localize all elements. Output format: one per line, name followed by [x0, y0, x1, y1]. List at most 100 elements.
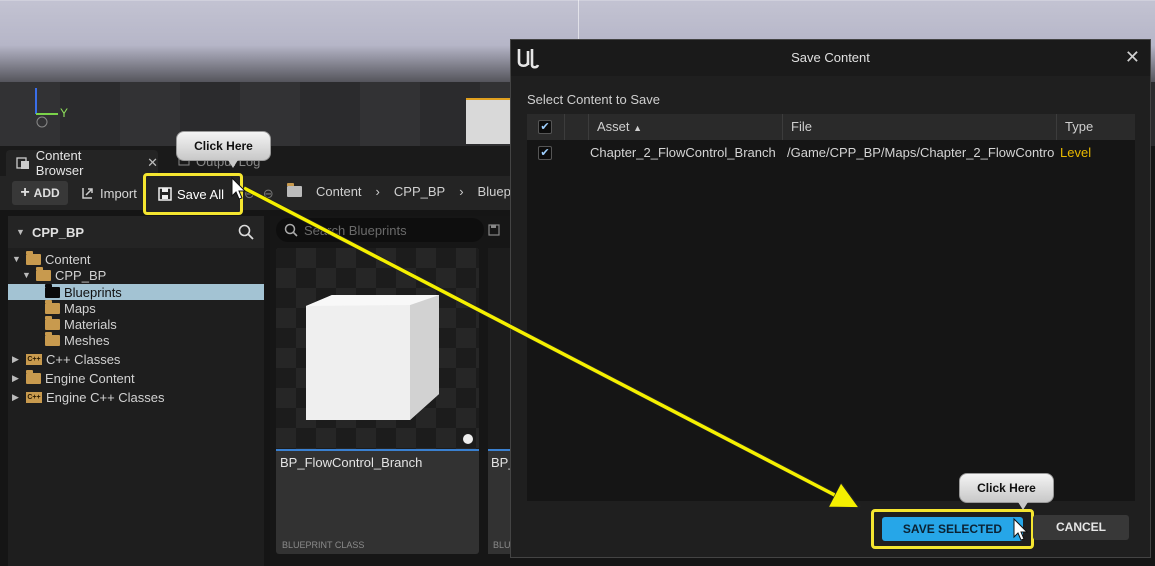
column-type-label: Type — [1065, 119, 1094, 134]
tree-item-label: Meshes — [64, 332, 110, 348]
save-selected-label: SAVE SELECTED — [882, 517, 1023, 541]
tab-content-browser[interactable]: Content Browser ✕ — [6, 148, 158, 178]
tab-content-browser-label: Content Browser — [35, 148, 84, 178]
dialog-subtitle: Select Content to Save — [527, 92, 660, 107]
folder-icon — [287, 183, 302, 197]
content-table: ✔ Asset ▲ File Type ✔ Chapter_2_FlowCont… — [527, 114, 1135, 501]
tree-item-materials[interactable]: Materials — [45, 315, 117, 332]
chevron-down-icon: ▼ — [12, 254, 21, 264]
column-file-label: File — [791, 119, 812, 134]
tree-item-label: Maps — [64, 300, 96, 316]
folder-icon — [45, 315, 60, 330]
tree-item-label: Content — [45, 251, 91, 267]
cube-thumbnail-icon — [306, 295, 473, 444]
column-asset[interactable]: Asset ▲ — [589, 114, 783, 140]
folder-icon — [26, 369, 41, 384]
tab-close-icon[interactable]: ✕ — [147, 155, 158, 171]
tree-header[interactable]: ▼ CPP_BP — [8, 216, 264, 248]
tree-item-content[interactable]: ▼ Content — [12, 250, 91, 267]
callout-first: Click Here — [176, 131, 271, 161]
back-arrow-icon[interactable]: ⊖ — [244, 186, 255, 202]
folder-open-icon — [26, 250, 41, 265]
tree-item-blueprints[interactable]: Blueprints — [8, 283, 264, 300]
chevron-right-icon: ▶ — [12, 391, 19, 402]
row-file: /Game/CPP_BP/Maps/Chapter_2_FlowControl_ — [787, 145, 1055, 160]
tree-item-engine-cpp-classes[interactable]: ▶ C++ Engine C++ Classes — [12, 389, 165, 405]
tree-item-meshes[interactable]: Meshes — [45, 331, 110, 348]
save-all-label: Save All — [177, 186, 224, 202]
asset-name: BP_ — [491, 455, 510, 470]
add-button-label: ADD — [33, 186, 60, 200]
search-input[interactable]: Search Blueprints — [276, 218, 484, 242]
asset-thumbnail — [488, 248, 510, 451]
folder-icon — [45, 331, 60, 346]
cancel-button[interactable]: CANCEL — [1033, 515, 1129, 540]
plus-icon: + — [20, 184, 30, 201]
breadcrumb: Content › CPP_BP › Blueprints — [287, 183, 535, 199]
tree-item-engine-content[interactable]: ▶ Engine Content — [12, 369, 135, 386]
search-placeholder: Search Blueprints — [304, 222, 407, 238]
callout-tail — [1018, 502, 1028, 510]
tree-item-label: Blueprints — [64, 284, 122, 300]
tree-item-cpp-bp[interactable]: ▼ CPP_BP — [22, 266, 107, 283]
unreal-logo-icon — [517, 49, 540, 69]
import-icon — [82, 188, 93, 199]
chevron-right-icon: ▶ — [12, 353, 19, 364]
history-nav: ⊖ ⊖ — [244, 186, 274, 202]
asset-type: BLUEPRINT CLASS — [282, 540, 365, 550]
column-asset-label: Asset — [597, 119, 630, 134]
tree-item-label: CPP_BP — [55, 267, 107, 283]
asset-thumbnail — [276, 248, 479, 451]
callout-tail — [228, 160, 238, 168]
row-type: Level — [1060, 145, 1092, 160]
folder-tree: ▼ CPP_BP ▼ Content ▼ CPP_BP Blueprints M… — [8, 216, 264, 566]
import-button-label: Import — [100, 185, 137, 201]
axis-gizmo — [35, 88, 58, 128]
table-row[interactable]: ✔ Chapter_2_FlowControl_Branch /Game/CPP… — [527, 140, 1135, 166]
callout-second: Click Here — [959, 473, 1054, 503]
asset-tile[interactable]: BP_FlowControl_Branch BLUEPRINT CLASS — [276, 248, 479, 554]
chevron-down-icon: ▼ — [16, 227, 25, 237]
dialog-title-bar[interactable]: Save Content ✕ — [511, 40, 1150, 76]
column-file[interactable]: File — [783, 114, 1057, 140]
forward-arrow-icon[interactable]: ⊖ — [263, 186, 274, 202]
cpp-folder-icon: C++ — [26, 391, 42, 403]
chevron-right-icon: ▶ — [12, 372, 19, 383]
sort-asc-icon: ▲ — [633, 123, 643, 133]
save-content-dialog: Save Content ✕ Select Content to Save ✔ … — [510, 39, 1151, 558]
breadcrumb-content[interactable]: Content — [316, 184, 362, 199]
chevron-right-icon: › — [459, 184, 464, 199]
tree-item-maps[interactable]: Maps — [45, 299, 96, 316]
header-check-cell: ✔ — [527, 114, 565, 140]
search-icon — [284, 223, 298, 237]
content-browser-icon — [16, 157, 29, 169]
table-header: ✔ Asset ▲ File Type — [527, 114, 1135, 140]
tree-item-label: Engine C++ Classes — [46, 389, 165, 405]
column-type[interactable]: Type — [1057, 114, 1135, 140]
folder-icon — [45, 283, 60, 298]
select-all-checkbox[interactable]: ✔ — [538, 120, 552, 134]
close-icon[interactable]: ✕ — [1125, 48, 1140, 66]
add-button[interactable]: + ADD — [12, 181, 68, 205]
save-search-icon[interactable] — [488, 224, 500, 236]
save-all-button[interactable]: Save All — [143, 173, 243, 215]
search-icon[interactable] — [238, 224, 254, 240]
row-asset: Chapter_2_FlowControl_Branch — [590, 145, 776, 160]
tree-item-cpp-classes[interactable]: ▶ C++ C++ Classes — [12, 351, 120, 367]
dialog-title: Save Content — [791, 50, 870, 65]
save-selected-button[interactable]: SAVE SELECTED — [871, 509, 1034, 549]
asset-name: BP_FlowControl_Branch — [280, 455, 423, 470]
chevron-right-icon: › — [375, 184, 380, 199]
breadcrumb-cpp-bp[interactable]: CPP_BP — [394, 184, 445, 199]
folder-icon — [45, 299, 60, 314]
folder-open-icon — [36, 266, 51, 281]
row-checkbox[interactable]: ✔ — [538, 146, 552, 160]
asset-tile[interactable]: BP_ BLUEPRINT CLASS — [488, 248, 510, 554]
axis-y-label: Y — [60, 106, 69, 120]
tree-item-label: Materials — [64, 316, 117, 332]
asset-type: BLUEPRINT CLASS — [493, 540, 510, 550]
import-button[interactable]: Import — [80, 181, 137, 205]
tree-root-label: CPP_BP — [32, 224, 85, 240]
tree-item-label: Engine Content — [45, 370, 135, 386]
cpp-folder-icon: C++ — [26, 353, 42, 365]
